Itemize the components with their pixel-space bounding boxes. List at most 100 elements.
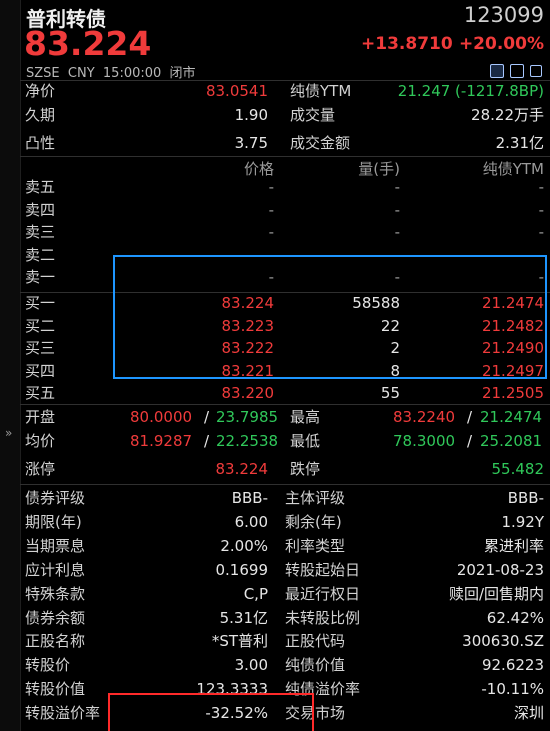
bond-code: 123099: [463, 3, 544, 27]
ask-level-label: 卖四: [25, 200, 56, 219]
mark-box: [108, 693, 314, 731]
high-slash: /: [467, 408, 473, 426]
limit-down: 55.482: [491, 460, 545, 478]
info-label: 未转股比例: [285, 608, 361, 627]
bid-level-label: 买一: [25, 294, 56, 312]
avg-price: 81.9287: [130, 432, 193, 450]
info-row: 转股价 3.00 纯债价值 92.6223: [20, 654, 550, 677]
info-value: -10.11%: [481, 680, 544, 699]
bid-level-label: 买四: [25, 361, 56, 380]
info-value: 1.92Y: [501, 512, 544, 531]
ask-level-row[interactable]: 卖三 - - -: [20, 221, 550, 244]
info-label: 纯债价值: [285, 656, 346, 675]
side-collapse-strip[interactable]: »: [0, 0, 21, 731]
summary-row-1: 净价 83.0541 纯债YTM 21.247 (-1217.8BP): [20, 80, 550, 103]
info-row: 应计利息 0.1699 转股起始日 2021-08-23: [20, 559, 550, 582]
convexity-label: 凸性: [25, 134, 56, 152]
ask-ytm: -: [538, 223, 544, 241]
ask-qty: -: [394, 200, 400, 219]
low-label: 最低: [290, 432, 321, 450]
info-row: 债券评级 BBB- 主体评级 BBB-: [20, 487, 550, 510]
ask-qty: -: [394, 223, 400, 241]
avg-slash: /: [204, 432, 210, 450]
info-value: BBB-: [507, 489, 544, 507]
net-value-label: 净价: [25, 82, 56, 100]
expand-arrow-icon[interactable]: »: [5, 426, 12, 440]
limit-up: 83.224: [215, 460, 269, 478]
last-price: 83.224: [24, 24, 152, 63]
bid-ytm: 21.2505: [481, 384, 544, 402]
open-ytm: 23.7985: [216, 408, 279, 426]
info-label: 债券评级: [25, 489, 86, 507]
ask-level-label: 卖二: [25, 245, 56, 264]
avg-low-row: 均价 81.9287 / 22.2538 最低 78.3000 / 25.208…: [20, 430, 550, 453]
square-icon[interactable]: [530, 65, 542, 77]
bid-price: 83.220: [221, 384, 275, 402]
info-label: 正股代码: [285, 632, 346, 651]
limit-row: 涨停 83.224 跌停 55.482: [20, 458, 550, 481]
info-label: 主体评级: [285, 489, 346, 507]
low-slash: /: [467, 432, 473, 450]
ask-ytm: -: [538, 200, 544, 219]
bid-level-label: 买五: [25, 384, 56, 402]
high-price: 83.2240: [393, 408, 456, 426]
info-label: 债券余额: [25, 608, 86, 627]
info-label: 当期票息: [25, 536, 86, 555]
avg-label: 均价: [25, 432, 56, 450]
bid-level-row[interactable]: 买五 83.220 55 21.2505: [20, 382, 550, 405]
avg-ytm: 22.2538: [216, 432, 279, 450]
bond-ytm: 21.247 (-1217.8BP): [397, 82, 544, 100]
info-row: 债券余额 5.31亿 未转股比例 62.42%: [20, 607, 550, 630]
ask-level-row[interactable]: 卖五 - - -: [20, 176, 550, 199]
info-label: 转股价: [25, 656, 71, 675]
info-label: 应计利息: [25, 560, 86, 579]
info-value: BBB-: [231, 489, 268, 507]
price-change: +13.8710: [361, 34, 453, 54]
low-ytm: 25.2081: [480, 432, 543, 450]
info-value: 6.00: [234, 512, 268, 531]
edit-icon[interactable]: [490, 64, 504, 78]
ask-price: -: [268, 223, 274, 241]
amount-label: 成交金额: [290, 134, 351, 152]
info-row: 正股名称 *ST普利 正股代码 300630.SZ: [20, 630, 550, 653]
info-label: 最近行权日: [285, 584, 361, 603]
open-high-row: 开盘 80.0000 / 23.7985 最高 83.2240 / 21.247…: [20, 406, 550, 429]
ask-price: -: [268, 200, 274, 219]
convexity: 3.75: [234, 134, 268, 152]
info-value: 3.00: [234, 656, 268, 675]
info-value: 2021-08-23: [456, 560, 544, 579]
volume: 28.22万手: [471, 106, 544, 124]
info-label: 正股名称: [25, 632, 86, 651]
info-label: 利率类型: [285, 536, 346, 555]
high-label: 最高: [290, 408, 321, 426]
info-label: 特殊条款: [25, 584, 86, 603]
bid-level-label: 买二: [25, 316, 56, 335]
summary-row-3: 凸性 3.75 成交金额 2.31亿: [20, 132, 550, 155]
open-slash: /: [204, 408, 210, 426]
bid-qty: 55: [380, 384, 400, 402]
net-value: 83.0541: [205, 82, 268, 100]
limit-up-label: 涨停: [25, 460, 56, 478]
open-price: 80.0000: [130, 408, 193, 426]
market-meta: SZSE CNY 15:00:00 闭市: [26, 66, 196, 81]
amount: 2.31亿: [495, 134, 544, 152]
summary-row-2: 久期 1.90 成交量 28.22万手: [20, 104, 550, 127]
window-icon[interactable]: [510, 64, 524, 78]
bond-ytm-label: 纯债YTM: [290, 82, 352, 100]
info-value: *ST普利: [211, 632, 268, 651]
info-value: 2.00%: [220, 536, 268, 555]
info-row: 期限(年) 6.00 剩余(年) 1.92Y: [20, 511, 550, 534]
info-value: 92.6223: [481, 656, 544, 675]
info-value: 累进利率: [483, 536, 544, 555]
info-row: 特殊条款 C,P 最近行权日 赎回/回售期内: [20, 583, 550, 606]
high-ytm: 21.2474: [480, 408, 543, 426]
info-label: 转股价值: [25, 680, 86, 699]
ask-level-row[interactable]: 卖四 - - -: [20, 199, 550, 222]
info-value: 62.42%: [486, 608, 544, 627]
ask-level-label: 卖三: [25, 223, 56, 241]
price-change-pct: +20.00%: [458, 34, 544, 54]
info-row: 当期票息 2.00% 利率类型 累进利率: [20, 535, 550, 558]
volume-label: 成交量: [290, 106, 336, 124]
ask-ytm: -: [538, 178, 544, 196]
info-label: 转股溢价率: [25, 704, 101, 723]
